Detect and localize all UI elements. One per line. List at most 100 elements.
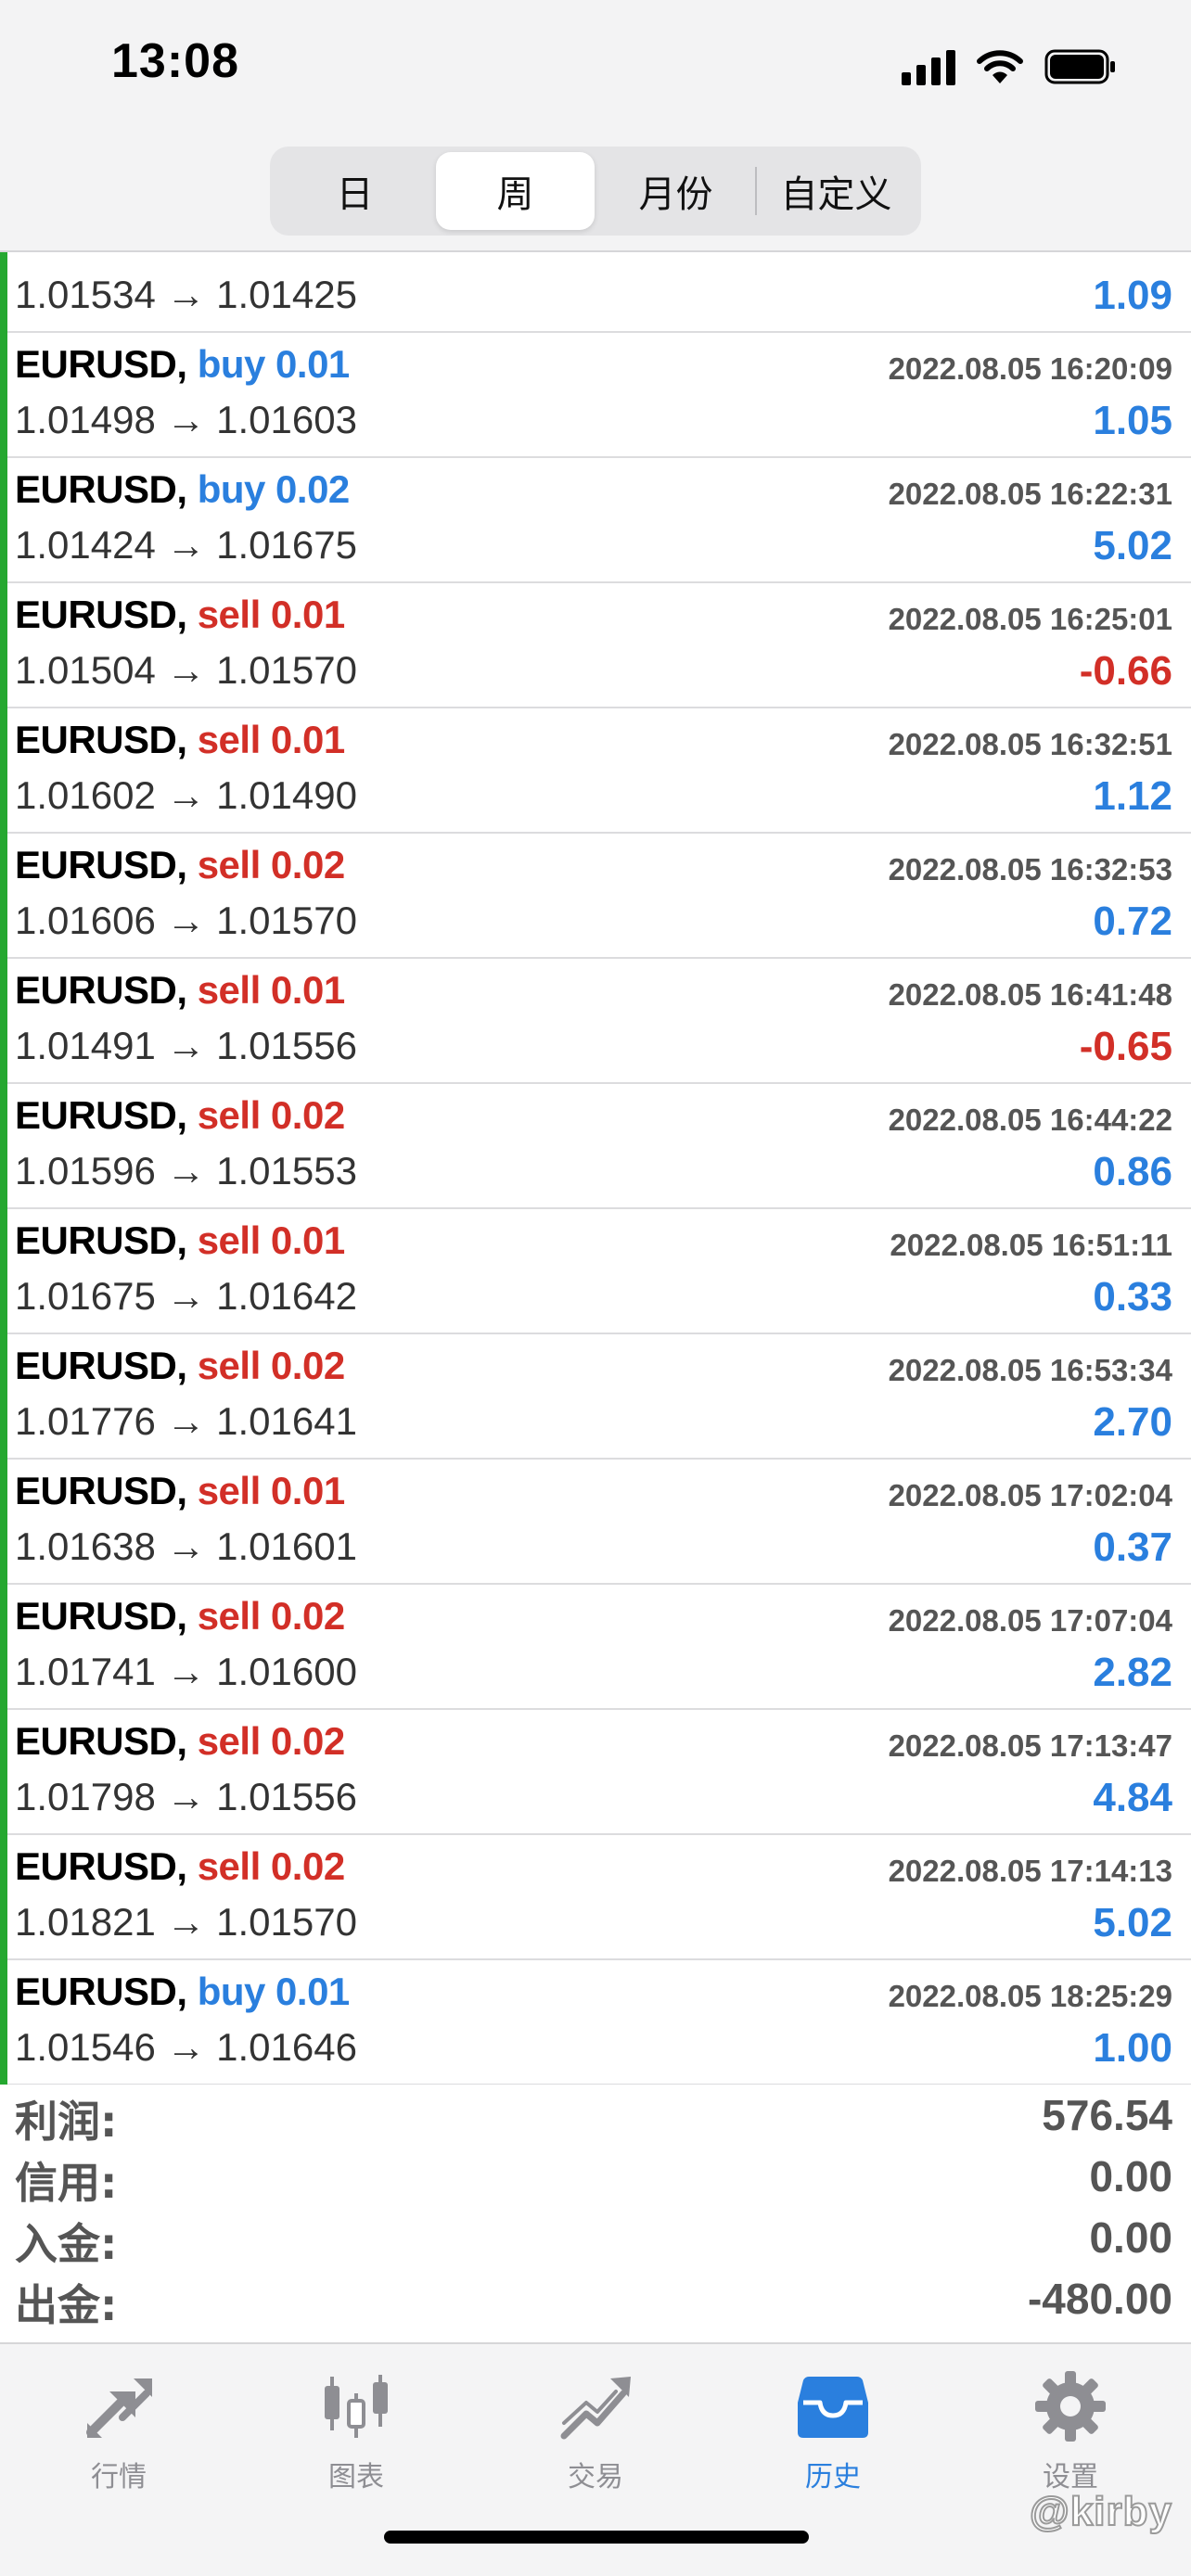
deal-title: EURUSD, sell 0.01 xyxy=(15,968,345,1013)
tab-settings[interactable]: 设置 xyxy=(978,2365,1163,2504)
deal-prices: 1.01491 → 1.01556 xyxy=(15,1024,357,1067)
deal-row[interactable]: EURUSD, sell 0.01 2022.08.05 16:25:01 1.… xyxy=(0,583,1191,708)
deal-row[interactable]: EURUSD, sell 0.01 2022.08.05 17:02:04 1.… xyxy=(0,1460,1191,1585)
deal-time: 2022.08.05 17:13:47 xyxy=(888,1728,1172,1763)
summary-value: 0.00 xyxy=(1089,2152,1172,2200)
deal-symbol: EURUSD, xyxy=(15,1344,187,1387)
wifi-icon xyxy=(976,48,1024,85)
deal-row[interactable]: EURUSD, sell 0.02 2022.08.05 17:13:47 1.… xyxy=(0,1710,1191,1835)
deal-symbol: EURUSD, xyxy=(15,1469,187,1512)
deal-prices: 1.01596 → 1.01553 xyxy=(15,1149,357,1192)
deal-profit: 1.05 xyxy=(1093,398,1172,443)
deal-symbol: EURUSD, xyxy=(15,1970,187,2013)
summary-value: 576.54 xyxy=(1042,2091,1172,2139)
deal-prices: 1.01606 → 1.01570 xyxy=(15,899,357,942)
deal-symbol: EURUSD, xyxy=(15,1218,187,1262)
deal-row[interactable]: EURUSD, buy 0.01 2022.08.05 18:25:29 1.0… xyxy=(0,1960,1191,2085)
summary-value: 0.00 xyxy=(1089,2213,1172,2262)
tab-label: 交易 xyxy=(568,2461,623,2493)
deal-title: EURUSD, sell 0.01 xyxy=(15,1218,345,1263)
battery-icon xyxy=(1044,48,1117,85)
deal-time: 2022.08.05 16:41:48 xyxy=(888,977,1172,1012)
deal-prices: 1.01504 → 1.01570 xyxy=(15,648,357,692)
deal-prices: 1.01602 → 1.01490 xyxy=(15,773,357,817)
summary-label: 信用: xyxy=(15,2158,118,2208)
deal-prices: 1.01798 → 1.01556 xyxy=(15,1775,357,1818)
deal-prices: 1.01546 → 1.01646 xyxy=(15,2025,357,2069)
header: 13:08 日 周 月份 自定义 xyxy=(0,0,1191,252)
chart-candles-icon xyxy=(314,2365,398,2448)
deal-row[interactable]: EURUSD, sell 0.01 2022.08.05 16:41:48 1.… xyxy=(0,959,1191,1084)
deal-row[interactable]: EURUSD, sell 0.02 2022.08.05 17:14:13 1.… xyxy=(0,1835,1191,1960)
deal-direction: sell 0.02 xyxy=(197,1344,345,1387)
segment-day[interactable]: 日 xyxy=(275,152,434,230)
tab-quotes[interactable]: 行情 xyxy=(26,2365,211,2504)
deal-row[interactable]: EURUSD, sell 0.02 2022.08.05 16:32:53 1.… xyxy=(0,834,1191,959)
segment-week[interactable]: 周 xyxy=(436,152,595,230)
deal-symbol: EURUSD, xyxy=(15,1719,187,1763)
deal-prices: 1.01498 → 1.01603 xyxy=(15,398,357,441)
account-summary: 利润: 576.54 信用: 0.00 入金: 0.00 出金: -480.00 xyxy=(0,2085,1191,2342)
deal-symbol: EURUSD, xyxy=(15,1844,187,1888)
tab-history[interactable]: 历史 xyxy=(740,2365,926,2504)
deal-time: 2022.08.05 17:02:04 xyxy=(888,1478,1172,1512)
deal-symbol: EURUSD, xyxy=(15,1594,187,1638)
status-icons xyxy=(902,41,1117,93)
deal-prices: 1.01534 → 1.01425 xyxy=(15,273,357,316)
deal-title: EURUSD, sell 0.01 xyxy=(15,1469,345,1513)
deal-title: EURUSD, sell 0.02 xyxy=(15,1093,345,1138)
deal-direction: buy 0.01 xyxy=(197,1970,351,2013)
deal-time: 2022.08.05 16:53:34 xyxy=(888,1353,1172,1387)
deal-time: 2022.08.05 16:22:31 xyxy=(888,477,1172,511)
deal-row[interactable]: EURUSD, sell 0.02 2022.08.05 16:44:22 1.… xyxy=(0,1084,1191,1209)
deal-direction: sell 0.01 xyxy=(197,1218,345,1262)
deal-symbol: EURUSD, xyxy=(15,843,187,886)
deal-prices: 1.01638 → 1.01601 xyxy=(15,1524,357,1568)
period-segmented-control: 日 周 月份 自定义 xyxy=(270,147,921,236)
deal-direction: buy 0.01 xyxy=(197,342,351,386)
deal-row[interactable]: EURUSD, sell 0.02 2022.08.05 16:53:34 1.… xyxy=(0,1334,1191,1460)
deal-title: EURUSD, sell 0.01 xyxy=(15,593,345,637)
deal-direction: sell 0.02 xyxy=(197,1594,345,1638)
tab-label: 图表 xyxy=(328,2461,384,2493)
deal-profit: -0.65 xyxy=(1079,1024,1172,1069)
deal-row[interactable]: EURUSD, buy 0.02 2022.08.05 16:22:31 1.0… xyxy=(0,458,1191,583)
deal-profit: 1.00 xyxy=(1093,2025,1172,2071)
deal-row[interactable]: EURUSD, buy 0.01 2022.08.05 16:20:09 1.0… xyxy=(0,333,1191,458)
home-indicator[interactable] xyxy=(384,2531,809,2544)
deal-symbol: EURUSD, xyxy=(15,968,187,1012)
deal-title: EURUSD, sell 0.02 xyxy=(15,1344,345,1388)
deal-direction: sell 0.01 xyxy=(197,718,345,761)
deal-time: 2022.08.05 16:51:11 xyxy=(890,1228,1172,1262)
deal-time: 2022.08.05 16:44:22 xyxy=(888,1103,1172,1137)
deal-direction: sell 0.01 xyxy=(197,593,345,636)
deal-time: 2022.08.05 18:25:29 xyxy=(888,1979,1172,2013)
deal-time: 2022.08.05 17:14:13 xyxy=(888,1854,1172,1888)
deal-prices: 1.01741 → 1.01600 xyxy=(15,1650,357,1693)
deal-profit: 5.02 xyxy=(1093,1900,1172,1945)
quotes-arrows-icon xyxy=(77,2365,160,2448)
deal-time: 2022.08.05 16:20:09 xyxy=(888,351,1172,386)
deal-profit: 2.82 xyxy=(1093,1650,1172,1695)
history-deal-list: 1.01534 → 1.01425 1.09 EURUSD, buy 0.01 … xyxy=(0,252,1191,2085)
tab-trade[interactable]: 交易 xyxy=(503,2365,688,2504)
summary-profit: 利润: 576.54 xyxy=(0,2085,1191,2147)
deal-profit: -0.66 xyxy=(1079,648,1172,694)
tab-charts[interactable]: 图表 xyxy=(263,2365,449,2504)
summary-label: 出金: xyxy=(15,2280,118,2330)
deal-row[interactable]: EURUSD, sell 0.01 2022.08.05 16:32:51 1.… xyxy=(0,708,1191,834)
deal-time: 2022.08.05 16:32:51 xyxy=(888,727,1172,761)
summary-credit: 信用: 0.00 xyxy=(0,2146,1191,2208)
deal-title: EURUSD, sell 0.01 xyxy=(15,718,345,762)
segment-custom[interactable]: 自定义 xyxy=(757,152,916,230)
deal-row[interactable]: EURUSD, sell 0.01 2022.08.05 16:51:11 1.… xyxy=(0,1209,1191,1334)
segment-month[interactable]: 月份 xyxy=(596,152,755,230)
deal-direction: sell 0.02 xyxy=(197,1844,345,1888)
deal-symbol: EURUSD, xyxy=(15,718,187,761)
deal-row-partial[interactable]: 1.01534 → 1.01425 1.09 xyxy=(0,252,1191,333)
deal-title: EURUSD, sell 0.02 xyxy=(15,843,345,887)
deal-profit: 4.84 xyxy=(1093,1775,1172,1820)
deal-direction: sell 0.01 xyxy=(197,1469,345,1512)
summary-label: 入金: xyxy=(15,2219,118,2269)
deal-row[interactable]: EURUSD, sell 0.02 2022.08.05 17:07:04 1.… xyxy=(0,1585,1191,1710)
